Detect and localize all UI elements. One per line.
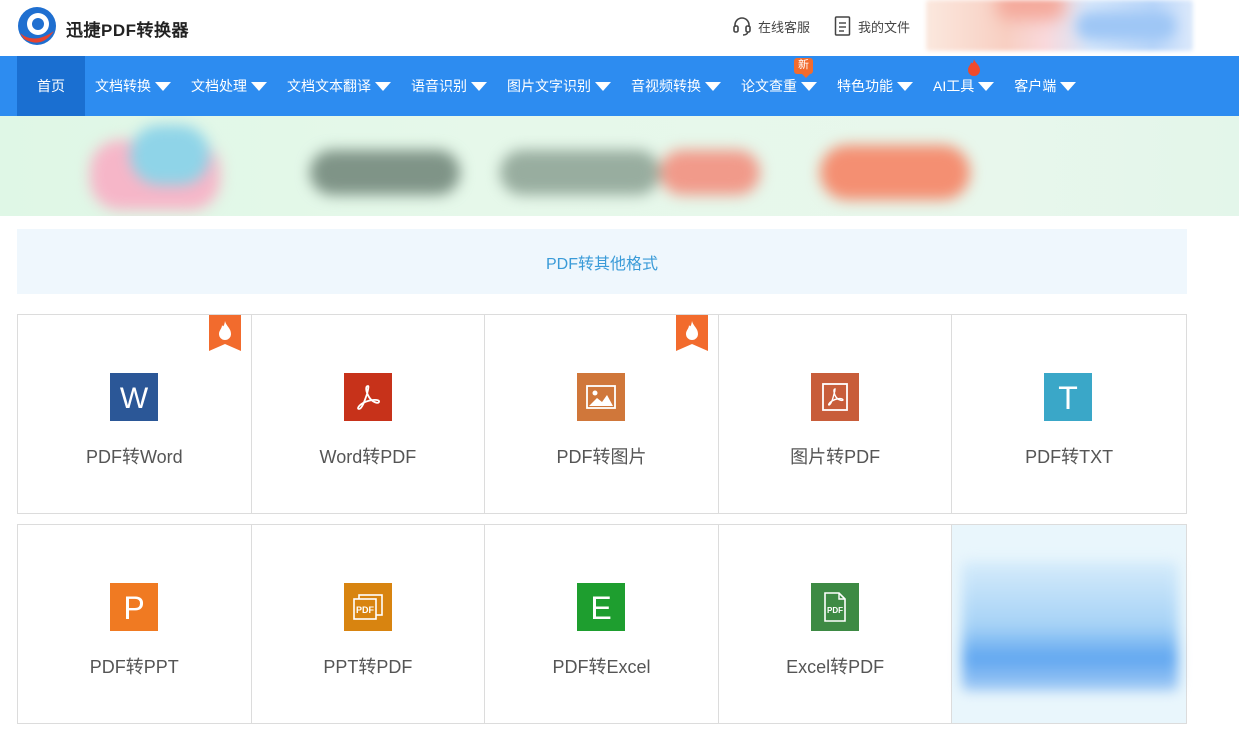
- top-header: 迅捷PDF转换器 在线客服 我的文件: [0, 0, 1239, 56]
- tool-label: 图片转PDF: [790, 447, 881, 467]
- online-service-label: 在线客服: [758, 19, 811, 35]
- nav-item-label: 图片文字识别: [507, 78, 591, 94]
- tool-word-to-pdf[interactable]: Word转PDF: [251, 315, 486, 513]
- nav-item-label: 特色功能: [837, 78, 893, 94]
- logo-icon[interactable]: [16, 5, 58, 47]
- tool-label: PPT转PDF: [323, 657, 413, 677]
- svg-text:E: E: [591, 592, 612, 622]
- tool-label: PDF转Excel: [552, 657, 651, 677]
- flame-icon: [968, 59, 981, 76]
- caret-down-icon: [705, 81, 721, 91]
- nav-item-client[interactable]: 客户端: [1004, 56, 1086, 116]
- brand-name[interactable]: 迅捷PDF转换器: [66, 16, 189, 41]
- tool-ppt-to-pdf[interactable]: PDF PPT转PDF: [251, 525, 486, 723]
- nav-item-label: 文档处理: [191, 78, 247, 94]
- svg-text:PDF: PDF: [356, 605, 375, 615]
- nav-item-label: 客户端: [1014, 78, 1057, 94]
- tool-pdf-to-ppt[interactable]: P PDF转PPT: [18, 525, 252, 723]
- tool-pdf-to-txt[interactable]: T PDF转TXT: [952, 315, 1186, 513]
- nav-item-label: 音视频转换: [631, 78, 701, 94]
- tool-pdf-to-word[interactable]: W PDF转Word: [18, 315, 252, 513]
- nav-item-label: 论文查重: [741, 78, 797, 94]
- nav-item-plagiarism[interactable]: 论文查重 新: [731, 56, 827, 116]
- nav-item-label: 首页: [37, 78, 65, 94]
- new-badge: 新: [794, 58, 813, 78]
- ppt-icon: P: [110, 583, 158, 631]
- my-files-label: 我的文件: [858, 19, 911, 35]
- excel-pdf-icon: PDF: [810, 583, 859, 631]
- tool-label: PDF转图片: [556, 447, 647, 467]
- tool-label: PDF转PPT: [89, 657, 179, 677]
- header-ad-banner[interactable]: [926, 0, 1193, 51]
- svg-text:P: P: [123, 592, 144, 622]
- tool-image-to-pdf[interactable]: 图片转PDF: [718, 315, 953, 513]
- caret-down-icon: [1060, 81, 1077, 91]
- nav-item-doc-convert[interactable]: 文档转换: [85, 56, 181, 116]
- nav-item-translate[interactable]: 文档文本翻译: [277, 56, 401, 116]
- pdf-document-icon: [810, 373, 859, 421]
- text-icon: T: [1044, 373, 1093, 421]
- tool-pdf-to-excel[interactable]: E PDF转Excel: [485, 525, 719, 723]
- svg-text:PDF: PDF: [827, 606, 843, 615]
- nav-item-doc-process[interactable]: 文档处理: [181, 56, 277, 116]
- caret-down-icon: [375, 81, 391, 91]
- hot-tag-icon: [675, 315, 708, 351]
- nav-item-ocr[interactable]: 图片文字识别: [497, 56, 621, 116]
- online-service-link[interactable]: 在线客服: [732, 16, 810, 36]
- promo-banner[interactable]: [0, 116, 1239, 216]
- caret-down-icon: [978, 81, 995, 91]
- tool-label: Word转PDF: [319, 447, 417, 467]
- hot-tag-icon: [208, 315, 241, 351]
- nav-item-features[interactable]: 特色功能: [827, 56, 923, 116]
- caret-down-icon: [471, 81, 487, 91]
- nav-item-label: 语音识别: [411, 78, 467, 94]
- tool-label: PDF转Word: [85, 447, 183, 467]
- excel-icon: E: [577, 583, 626, 631]
- caret-down-icon: [155, 81, 171, 91]
- word-icon: W: [110, 373, 158, 421]
- tool-excel-to-pdf[interactable]: PDF Excel转PDF: [718, 525, 953, 723]
- section-title: PDF转其他格式: [17, 229, 1187, 294]
- nav-item-av-convert[interactable]: 音视频转换: [621, 56, 731, 116]
- nav-item-speech[interactable]: 语音识别: [401, 56, 497, 116]
- banner-artwork: [70, 120, 990, 216]
- tool-label: Excel转PDF: [786, 657, 885, 677]
- caret-down-icon: [897, 81, 913, 91]
- my-files-link[interactable]: 我的文件: [834, 16, 910, 36]
- caret-down-icon: [595, 81, 611, 91]
- caret-down-icon: [801, 81, 817, 91]
- tool-grid-ad[interactable]: [952, 525, 1186, 723]
- headset-icon: [733, 17, 751, 36]
- tool-grid-row: P PDF转PPT PDF PPT转PDF E PDF转Excel PDF Ex…: [17, 524, 1187, 724]
- image-icon: [577, 373, 626, 421]
- nav-item-ai-tools[interactable]: AI工具: [923, 56, 1004, 116]
- acrobat-icon: [343, 373, 392, 421]
- document-icon: [834, 16, 851, 36]
- nav-item-label: 文档文本翻译: [287, 78, 371, 94]
- tool-grid-row: W PDF转Word Word转PDF PDF转图片 图片转PDF T PDF转…: [17, 314, 1187, 514]
- svg-text:T: T: [1059, 382, 1079, 412]
- nav-item-label: AI工具: [933, 78, 975, 94]
- svg-text:W: W: [120, 382, 149, 412]
- ppt-pdf-icon: PDF: [343, 583, 392, 631]
- main-nav: 首页 文档转换 文档处理 文档文本翻译 语音识别 图片文字识别 音视频转换 论文…: [0, 56, 1239, 116]
- nav-item-label: 文档转换: [95, 78, 151, 94]
- tool-label: PDF转TXT: [1025, 447, 1114, 467]
- nav-item-home[interactable]: 首页: [17, 56, 85, 116]
- caret-down-icon: [251, 81, 267, 91]
- ad-image: [962, 561, 1179, 691]
- tool-pdf-to-image[interactable]: PDF转图片: [485, 315, 719, 513]
